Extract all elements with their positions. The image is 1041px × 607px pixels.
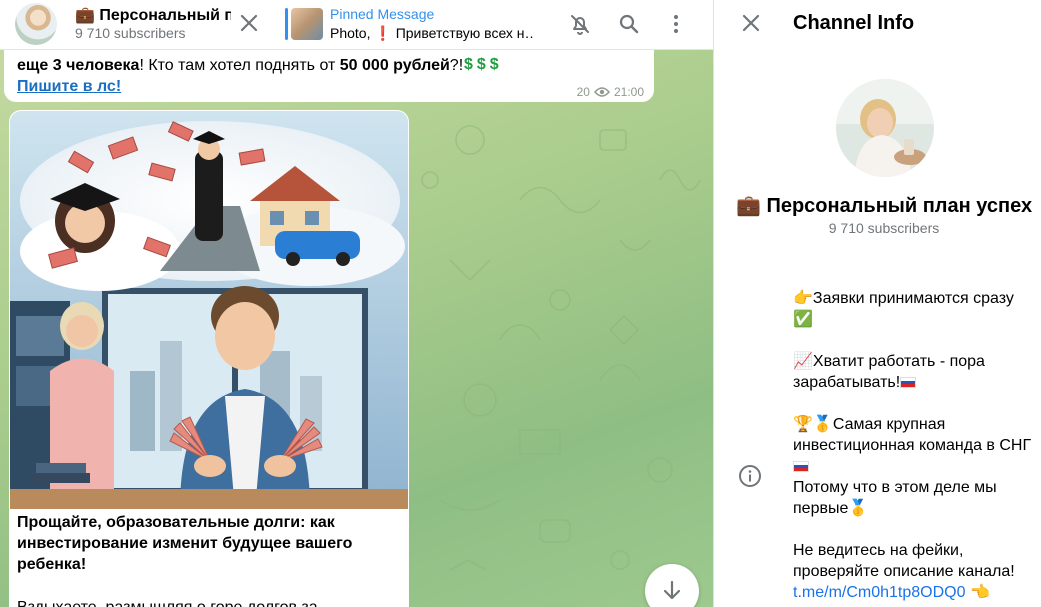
channel-link[interactable]: t.me/m/Cm0h1tp8ODQ0 [793, 584, 966, 601]
pointing-hand-icon: 👉 [793, 290, 813, 307]
views-count: 20 [576, 85, 590, 99]
channel-description: 👉Заявки принимаются сразу ✅ 📈Хватит рабо… [793, 288, 1038, 607]
description-line: 👉Заявки принимаются сразу ✅ [793, 290, 1014, 328]
russia-flag-icon [793, 461, 809, 472]
russia-flag-icon [900, 377, 917, 388]
message-bubble-photo: Прощайте, образовательные долги: как инв… [9, 110, 409, 607]
channel-avatar-large[interactable] [836, 79, 934, 177]
message-time: 21:00 [613, 85, 644, 99]
message-link[interactable]: Пишите в лс! [17, 78, 121, 96]
channel-subscribers: 9 710 subscribers [75, 25, 186, 41]
message-meta: 20 21:00 [577, 85, 644, 99]
channel-name: 💼 Персональный план успех… [736, 195, 1034, 217]
more-vertical-icon[interactable] [664, 12, 688, 36]
chart-up-icon: 📈 [793, 353, 813, 370]
description-line: Не ведитесь на фейки, проверяйте описани… [793, 542, 1015, 601]
channel-info-panel: Channel Info 💼 Персональный план успех… … [713, 0, 1041, 607]
message-photo[interactable] [10, 111, 408, 509]
search-icon[interactable] [617, 12, 641, 36]
medal-icon: 🥇 [848, 500, 869, 517]
pinned-indicator [285, 8, 288, 40]
message-caption-title: Прощайте, образовательные долги: как инв… [17, 514, 353, 573]
eye-icon [593, 87, 610, 97]
message-caption-body: Вздыхаете, размышляя о горе долгов за [17, 597, 397, 607]
description-line: 📈Хватит работать - пора зарабатывать! [793, 353, 985, 391]
bell-off-icon[interactable] [568, 12, 592, 36]
close-icon[interactable] [236, 10, 262, 36]
chat-area: 💼 Персональный пл 9 710 subscribers Pinn… [0, 0, 713, 607]
channel-subscribers: 9 710 subscribers [828, 220, 940, 236]
pinned-title[interactable]: Pinned Message [330, 6, 434, 22]
channel-avatar[interactable] [15, 3, 57, 45]
check-mark-icon: ✅ [793, 311, 813, 328]
dollar-icon: $$$ [464, 56, 503, 73]
channel-title[interactable]: 💼 Персональный пл [75, 5, 231, 25]
description-line: 🏆🥇Самая крупная инвестиционная команда в… [793, 416, 1032, 517]
message-text: еще 3 человека! Кто там хотел поднять от… [17, 57, 464, 74]
trophy-medal-icon: 🏆🥇 [793, 416, 833, 433]
arrow-down-icon [663, 580, 681, 600]
panel-title: Channel Info [793, 12, 915, 34]
chat-header: 💼 Персональный пл 9 710 subscribers Pinn… [0, 0, 713, 50]
info-icon [739, 465, 761, 487]
pinned-text[interactable]: Photo, ❗ Приветствую всех н… [330, 25, 535, 42]
close-icon[interactable] [738, 10, 764, 36]
pinned-thumbnail[interactable] [291, 8, 323, 40]
pointing-left-icon: 👈 [969, 584, 990, 601]
